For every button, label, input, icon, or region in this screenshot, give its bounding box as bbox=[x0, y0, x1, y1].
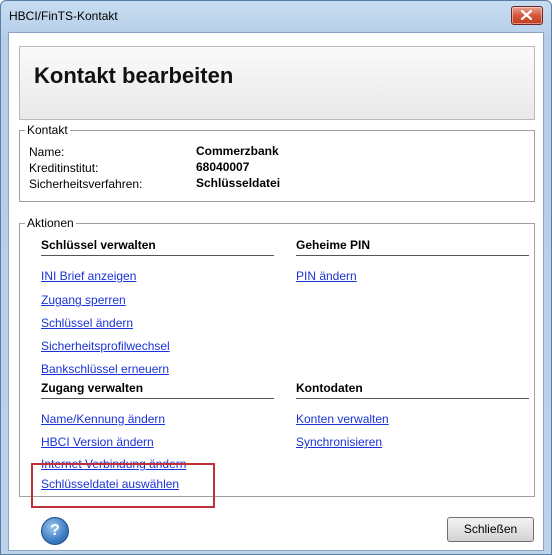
link-schluessel-aendern[interactable]: Schlüssel ändern bbox=[41, 316, 133, 330]
actions-group-legend: Aktionen bbox=[25, 216, 76, 230]
close-x-icon bbox=[521, 10, 532, 20]
window-title: HBCI/FinTS-Kontakt bbox=[9, 9, 118, 23]
link-hbci-version[interactable]: HBCI Version ändern bbox=[41, 435, 154, 449]
header-panel: Kontakt bearbeiten bbox=[19, 46, 535, 120]
highlight-box bbox=[31, 463, 215, 508]
window-close-button[interactable] bbox=[511, 6, 543, 25]
actions-group: Aktionen Schlüssel verwalten Geheime PIN… bbox=[19, 216, 535, 497]
link-bankschluessel-erneuern[interactable]: Bankschlüssel erneuern bbox=[41, 362, 169, 376]
dialog-window: HBCI/FinTS-Kontakt Kontakt bearbeiten Ko… bbox=[0, 0, 552, 555]
contact-group: Kontakt Name: Commerzbank Kreditinstitut… bbox=[19, 123, 535, 202]
contact-security-value: Schlüsseldatei bbox=[196, 176, 281, 190]
contact-bank-value: 68040007 bbox=[196, 160, 250, 174]
link-name-kennung[interactable]: Name/Kennung ändern bbox=[41, 412, 165, 426]
dialog-client-area: Kontakt bearbeiten Kontakt Name: Commerz… bbox=[8, 32, 544, 551]
link-zugang-sperren[interactable]: Zugang sperren bbox=[41, 293, 126, 307]
section-access-title: Zugang verwalten bbox=[41, 381, 274, 399]
close-button[interactable]: Schließen bbox=[447, 517, 534, 542]
link-ini-brief[interactable]: INI Brief anzeigen bbox=[41, 269, 136, 283]
title-bar[interactable]: HBCI/FinTS-Kontakt bbox=[1, 1, 551, 31]
help-icon[interactable]: ? bbox=[41, 517, 69, 545]
section-pin-title: Geheime PIN bbox=[296, 238, 529, 256]
section-keys-title: Schlüssel verwalten bbox=[41, 238, 274, 256]
contact-name-label: Name: bbox=[29, 145, 65, 159]
contact-name-value: Commerzbank bbox=[196, 144, 279, 158]
link-pin-aendern[interactable]: PIN ändern bbox=[296, 269, 357, 283]
link-synchronisieren[interactable]: Synchronisieren bbox=[296, 435, 382, 449]
contact-bank-label: Kreditinstitut: bbox=[29, 161, 99, 175]
link-sicherheitsprofilwechsel[interactable]: Sicherheitsprofilwechsel bbox=[41, 339, 170, 353]
contact-group-legend: Kontakt bbox=[25, 123, 70, 137]
section-accounts-title: Kontodaten bbox=[296, 381, 529, 399]
page-title: Kontakt bearbeiten bbox=[34, 63, 234, 88]
link-konten-verwalten[interactable]: Konten verwalten bbox=[296, 412, 389, 426]
contact-security-label: Sicherheitsverfahren: bbox=[29, 177, 143, 191]
